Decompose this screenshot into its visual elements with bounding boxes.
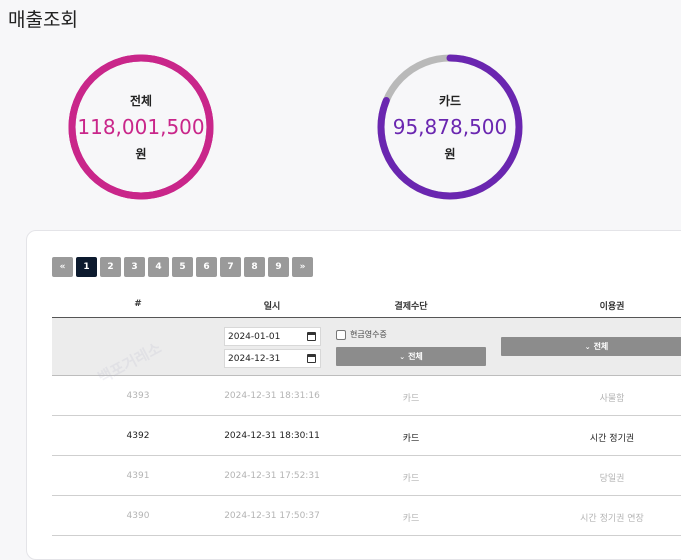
calendar-icon[interactable]	[307, 354, 316, 363]
ticket-type-select[interactable]: ⌄ 전체	[501, 337, 681, 356]
row-id: 4393	[126, 391, 150, 401]
header-ticket: 이용권	[599, 302, 625, 312]
page-first-button[interactable]: «	[52, 257, 73, 277]
total-amount: 118,001,500	[77, 115, 205, 139]
row-ticket: 사물함	[599, 394, 625, 404]
total-sales-donut: 전체 118,001,500 원	[66, 52, 216, 202]
card-label: 카드	[438, 94, 462, 108]
header-payment: 결제수단	[394, 302, 428, 312]
row-datetime: 2024-12-31 18:30:11	[224, 431, 320, 441]
row-payment: 카드	[402, 394, 420, 404]
ticket-select-value: 전체	[593, 342, 609, 351]
cash-receipt-label: 현금영수증	[350, 330, 387, 339]
page-button-2[interactable]: 2	[100, 257, 121, 277]
table-row[interactable]: 4391 2024-12-31 17:52:31 카드 당일권	[52, 456, 681, 496]
row-ticket: 시간 정기권 연장	[580, 514, 644, 524]
table-row[interactable]: 4393 2024-12-31 18:31:16 카드 사물함	[52, 376, 681, 416]
date-from-value: 2024-01-01	[228, 331, 281, 342]
chevron-down-icon: ⌄	[399, 352, 406, 361]
page-button-3[interactable]: 3	[124, 257, 145, 277]
calendar-icon[interactable]	[307, 332, 316, 341]
cash-receipt-filter[interactable]: 현금영수증	[336, 329, 387, 340]
date-from-input[interactable]: 2024-01-01	[224, 327, 321, 346]
page-button-6[interactable]: 6	[196, 257, 217, 277]
row-ticket: 시간 정기권	[589, 434, 635, 444]
header-id: #	[134, 299, 142, 309]
row-id: 4392	[126, 431, 150, 441]
row-id: 4390	[126, 511, 150, 521]
row-payment: 카드	[402, 514, 420, 524]
page-button-1[interactable]: 1	[76, 257, 97, 277]
row-ticket: 당일권	[599, 474, 625, 484]
page-button-5[interactable]: 5	[172, 257, 193, 277]
payment-select-value: 전체	[408, 352, 423, 361]
page-next-button[interactable]: »	[292, 257, 313, 277]
table-row[interactable]: 4392 2024-12-31 18:30:11 카드 시간 정기권	[52, 416, 681, 456]
card-amount: 95,878,500	[392, 115, 508, 139]
pagination: « 1 2 3 4 5 6 7 8 9 »	[52, 257, 313, 277]
chevron-down-icon: ⌄	[584, 342, 591, 351]
card-sales-donut: 카드 95,878,500 원	[375, 52, 525, 202]
row-id: 4391	[126, 471, 150, 481]
table-header: # 일시 결제수단 이용권	[52, 292, 681, 318]
total-label: 전체	[129, 94, 153, 108]
page-button-7[interactable]: 7	[220, 257, 241, 277]
total-unit: 원	[135, 147, 147, 161]
table-row[interactable]: 4390 2024-12-31 17:50:37 카드 시간 정기권 연장	[52, 496, 681, 536]
payment-method-select[interactable]: ⌄ 전체	[336, 347, 486, 366]
date-to-value: 2024-12-31	[228, 353, 281, 364]
row-payment: 카드	[402, 474, 420, 484]
page-button-4[interactable]: 4	[148, 257, 169, 277]
row-payment: 카드	[402, 434, 420, 444]
page-title: 매출조회	[8, 9, 78, 31]
filter-row: 2024-01-01 2024-12-31 현금영수증 ⌄ 전체 ⌄ 전체	[52, 318, 681, 376]
card-unit: 원	[444, 147, 456, 161]
date-to-input[interactable]: 2024-12-31	[224, 349, 321, 368]
row-datetime: 2024-12-31 17:50:37	[224, 511, 320, 521]
cash-receipt-checkbox[interactable]	[336, 329, 346, 340]
header-datetime: 일시	[263, 302, 281, 312]
row-datetime: 2024-12-31 18:31:16	[224, 391, 320, 401]
page-button-9[interactable]: 9	[268, 257, 289, 277]
page-button-8[interactable]: 8	[244, 257, 265, 277]
row-datetime: 2024-12-31 17:52:31	[224, 471, 320, 481]
